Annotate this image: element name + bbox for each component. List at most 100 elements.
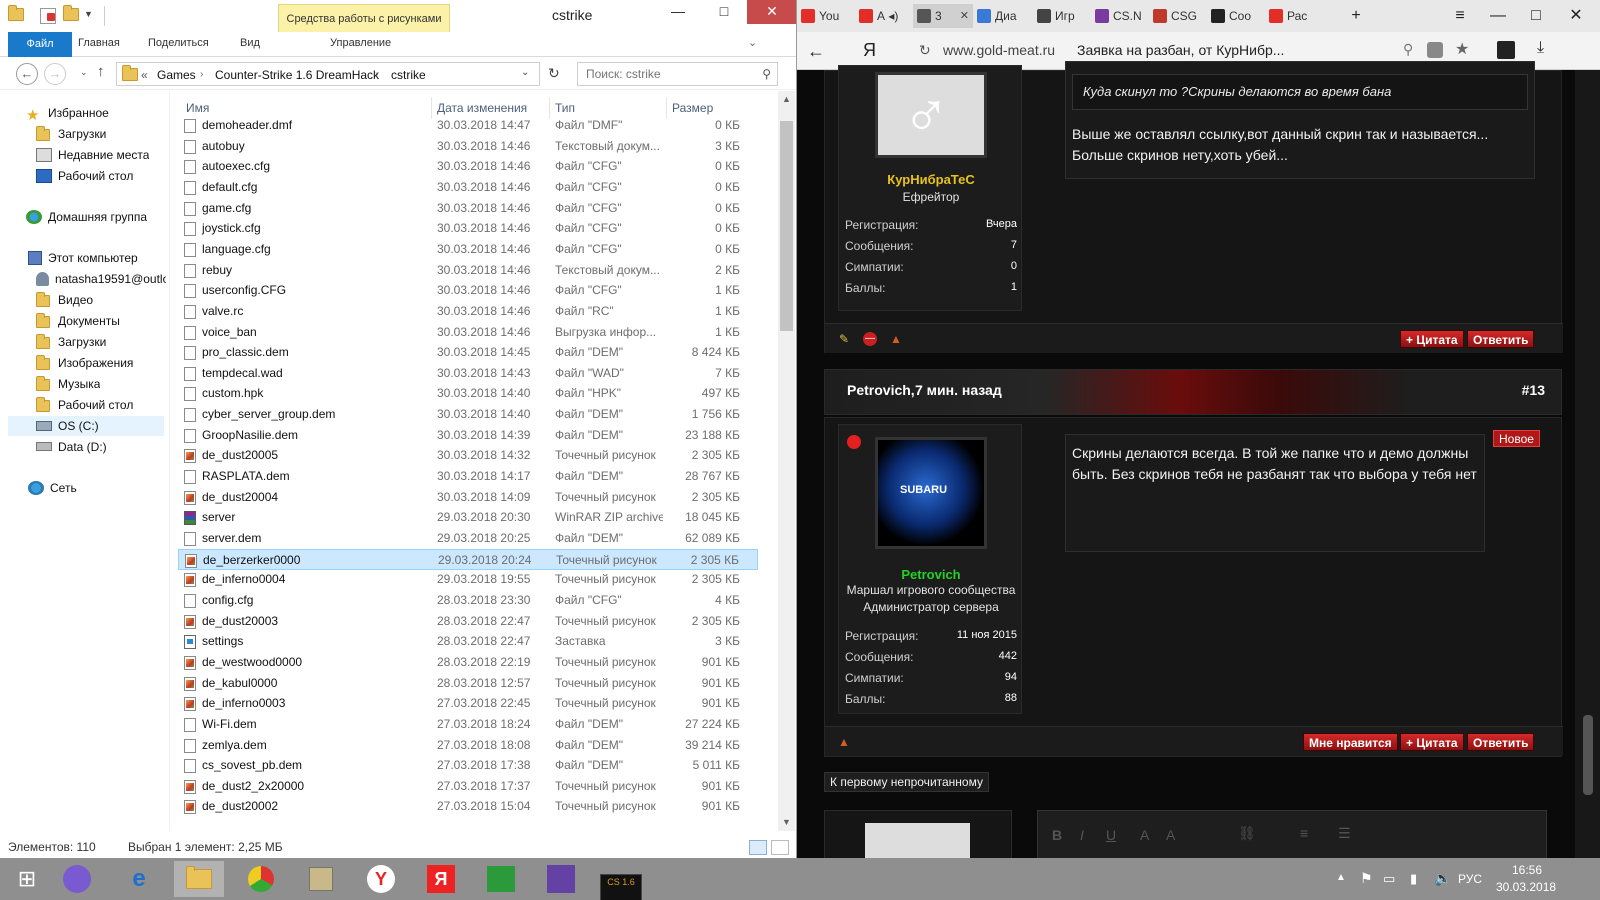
quote-button[interactable]: + Цитата xyxy=(1400,330,1464,348)
back-arrow-icon[interactable]: ← xyxy=(807,41,825,62)
file-row[interactable]: rebuy 30.03.2018 14:46 Текстовый докум... 2… xyxy=(178,260,758,281)
tab-share[interactable]: Поделиться xyxy=(148,37,209,49)
clock-date[interactable]: 30.03.2018 xyxy=(1496,880,1556,894)
start-button[interactable]: ⊞ xyxy=(2,861,52,897)
input-language[interactable]: РУС xyxy=(1458,872,1482,886)
properties-icon[interactable] xyxy=(40,8,56,24)
details-view-button[interactable] xyxy=(749,840,767,855)
nav-documents[interactable]: Документы xyxy=(36,311,120,331)
file-row[interactable]: Wi-Fi.dem 27.03.2018 18:24 Файл "DEM" 27 22… xyxy=(178,714,758,735)
cs16-taskbar-icon[interactable]: CS 1.6 xyxy=(596,861,646,900)
file-row[interactable]: RASPLATA.dem 30.03.2018 14:17 Файл "DEM" 28… xyxy=(178,466,758,487)
picture-tools-tab[interactable]: Средства работы с рисунками xyxy=(278,4,450,32)
font-size-icon[interactable]: A xyxy=(1166,827,1175,843)
post-2-author-name[interactable]: Petrovich xyxy=(839,567,1023,582)
file-row[interactable]: valve.rc 30.03.2018 14:46 Файл "RC" 1 КБ xyxy=(178,301,758,322)
file-row[interactable]: de_berzerker0000 29.03.2018 20:24 Точечный… xyxy=(178,548,758,570)
file-row[interactable]: GroopNasilie.dem 30.03.2018 14:39 Файл "DE… xyxy=(178,425,758,446)
address-box[interactable]: « Games › Counter-Strike 1.6 DreamHack ›… xyxy=(116,62,540,86)
file-list-scrollbar[interactable]: ▲ ▼ xyxy=(778,91,795,831)
nav-fav-desktop[interactable]: Рабочий стол xyxy=(36,166,133,186)
file-row[interactable]: de_dust20003 28.03.2018 22:47 Точечный рис… xyxy=(178,611,758,632)
file-row[interactable]: autoexec.cfg 30.03.2018 14:46 Файл "CFG" 0 … xyxy=(178,156,758,177)
wifi-icon[interactable]: ▮ xyxy=(1410,871,1417,887)
ribbon-expand-icon[interactable]: ⌄ xyxy=(748,36,757,49)
browser-menu-icon[interactable]: ≡ xyxy=(1443,4,1477,28)
bookmark-star-icon[interactable]: ★ xyxy=(1455,39,1469,59)
page-scrollbar-thumb[interactable] xyxy=(1583,715,1593,795)
new-folder-icon[interactable] xyxy=(63,5,79,24)
network-tray-icon[interactable]: ▭ xyxy=(1383,871,1395,887)
nav-network[interactable]: Сеть xyxy=(28,478,77,498)
maximize-button[interactable]: □ xyxy=(701,0,747,24)
up-arrow-icon[interactable]: ↑ xyxy=(97,63,105,80)
file-row[interactable]: server 29.03.2018 20:30 WinRAR ZIP archive… xyxy=(178,507,758,528)
breadcrumb-cs16[interactable]: Counter-Strike 1.6 DreamHack xyxy=(215,68,379,82)
nav-fav-recent[interactable]: Недавние места xyxy=(36,145,149,165)
action-center-icon[interactable]: ⚑ xyxy=(1360,870,1373,887)
file-row[interactable]: cs_sovest_pb.dem 27.03.2018 17:38 Файл "DE… xyxy=(178,755,758,776)
chevron-down-icon[interactable]: ⌄ xyxy=(521,67,529,78)
file-row[interactable]: voice_ban 30.03.2018 14:46 Выгрузка инфор.… xyxy=(178,322,758,343)
file-row[interactable]: de_westwood0000 28.03.2018 22:19 Точечный … xyxy=(178,652,758,673)
nav-this-pc[interactable]: Этот компьютер xyxy=(28,248,138,268)
chevron-right-icon[interactable]: › xyxy=(200,69,203,80)
quote-button[interactable]: + Цитата xyxy=(1400,733,1464,751)
nav-drive-d[interactable]: Data (D:) xyxy=(36,437,107,457)
file-row[interactable]: language.cfg 30.03.2018 14:46 Файл "CFG" 0 … xyxy=(178,239,758,260)
browser-close-button[interactable]: ✕ xyxy=(1559,4,1593,28)
nav-homegroup[interactable]: Домашняя группа xyxy=(26,207,147,227)
breadcrumb-overflow[interactable]: « xyxy=(141,68,148,82)
nav-music[interactable]: Музыка xyxy=(36,374,100,394)
browser-tab[interactable]: CS.N xyxy=(1091,4,1149,28)
file-row[interactable]: server.dem 29.03.2018 20:25 Файл "DEM" 62 0… xyxy=(178,528,758,549)
nav-favorites[interactable]: ★ Избранное xyxy=(26,103,109,123)
col-name[interactable]: Имя xyxy=(186,101,209,115)
col-date[interactable]: Дата изменения xyxy=(437,101,527,115)
col-type[interactable]: Тип xyxy=(555,101,575,115)
file-row[interactable]: de_kabul0000 28.03.2018 12:57 Точечный рис… xyxy=(178,673,758,694)
col-size[interactable]: Размер xyxy=(672,101,713,115)
back-button[interactable]: ← xyxy=(16,63,38,85)
font-color-icon[interactable]: A xyxy=(1140,827,1149,843)
search-box[interactable]: ⚲ xyxy=(577,62,778,86)
reply-button[interactable]: Ответить xyxy=(1467,330,1535,348)
browser-tab[interactable]: 3 ✕ xyxy=(913,4,973,28)
bold-icon[interactable]: B xyxy=(1052,827,1062,843)
url-text[interactable]: www.gold-meat.ru xyxy=(943,42,1055,58)
first-unread-link[interactable]: К первому непрочитанному xyxy=(824,772,989,792)
chevron-right-icon[interactable]: › xyxy=(375,69,378,80)
file-row[interactable]: settings 28.03.2018 22:47 Заставка 3 КБ xyxy=(178,631,758,652)
explorer-taskbar-icon[interactable] xyxy=(174,861,224,897)
scroll-down-icon[interactable]: ▼ xyxy=(778,814,795,831)
file-row[interactable]: de_dust20005 30.03.2018 14:32 Точечный рис… xyxy=(178,445,758,466)
search-input[interactable] xyxy=(586,64,756,84)
file-row[interactable]: de_dust20004 30.03.2018 14:09 Точечный рис… xyxy=(178,487,758,508)
scroll-up-icon[interactable]: ▲ xyxy=(778,91,795,108)
scrollbar-thumb[interactable] xyxy=(780,121,793,331)
yandex-icon[interactable]: Я xyxy=(416,861,466,897)
nav-drive-c[interactable]: OS (C:) xyxy=(8,416,164,436)
file-row[interactable]: autobuy 30.03.2018 14:46 Текстовый докум..… xyxy=(178,136,758,157)
yandex-browser-icon[interactable]: Y xyxy=(356,861,406,897)
extension-icon[interactable] xyxy=(1497,41,1515,59)
tab-home[interactable]: Главная xyxy=(78,37,120,49)
file-row[interactable]: de_inferno0004 29.03.2018 19:55 Точечный р… xyxy=(178,569,758,590)
browser-tab[interactable]: Рас xyxy=(1265,4,1331,28)
file-row[interactable]: pro_classic.dem 30.03.2018 14:45 Файл "DEM… xyxy=(178,342,758,363)
reload-icon[interactable]: ↻ xyxy=(919,42,931,59)
delete-icon[interactable]: — xyxy=(863,332,877,346)
new-tab-button[interactable]: + xyxy=(1339,4,1373,28)
browser-maximize-button[interactable]: □ xyxy=(1519,4,1553,28)
file-row[interactable]: zemlya.dem 27.03.2018 18:08 Файл "DEM" 39 2… xyxy=(178,735,758,756)
breadcrumb-games[interactable]: Games xyxy=(157,68,196,82)
file-row[interactable]: userconfig.CFG 30.03.2018 14:46 Файл "CFG"… xyxy=(178,280,758,301)
file-row[interactable]: tempdecal.wad 30.03.2018 14:43 Файл "WAD" 7… xyxy=(178,363,758,384)
tab-manage[interactable]: Управление xyxy=(330,37,391,49)
post-2-avatar[interactable]: SUBARU xyxy=(875,437,987,549)
ie-icon[interactable]: e xyxy=(114,861,164,897)
tab-view[interactable]: Вид xyxy=(240,37,260,49)
file-row[interactable]: de_inferno0003 27.03.2018 22:45 Точечный р… xyxy=(178,693,758,714)
large-icons-view-button[interactable] xyxy=(771,840,789,855)
post-2-number[interactable]: #13 xyxy=(1522,382,1545,398)
